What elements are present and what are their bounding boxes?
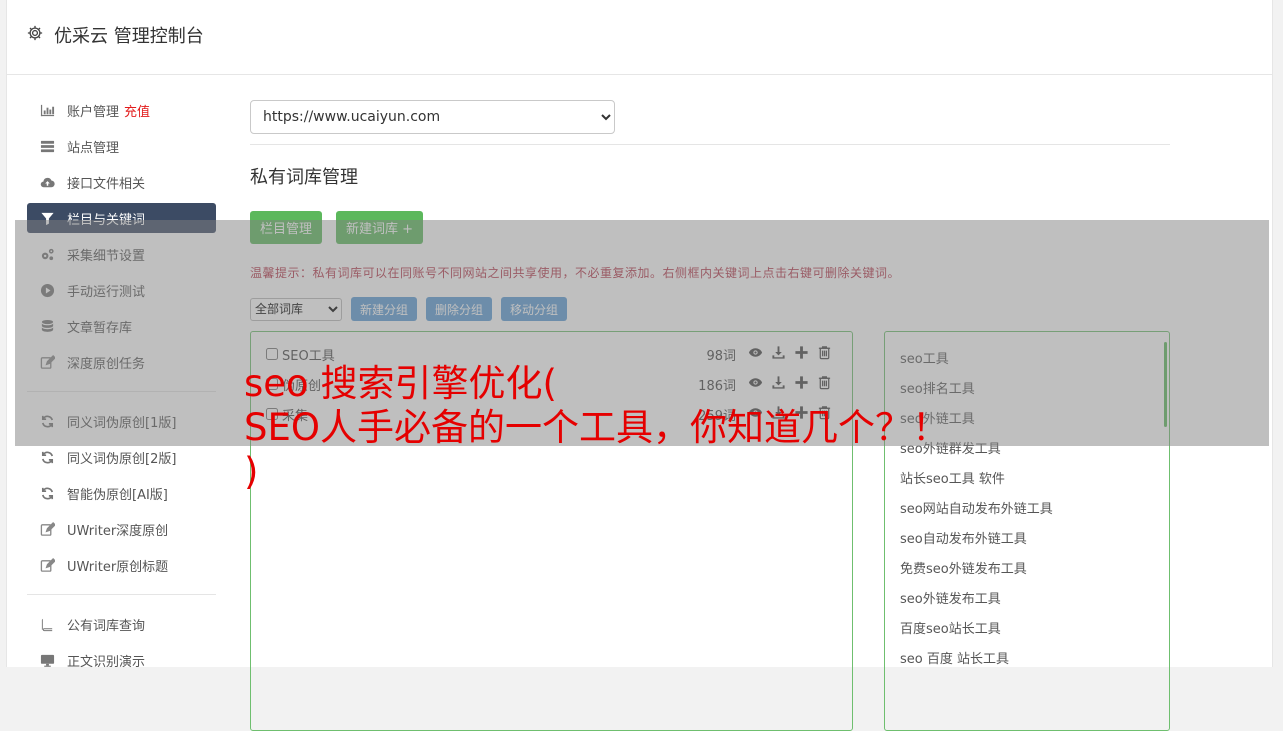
recharge-link[interactable]: 充值	[124, 101, 150, 120]
sidebar-divider	[27, 594, 216, 595]
server-icon	[39, 138, 55, 154]
keyword-item[interactable]: seo自动发布外链工具	[885, 522, 1169, 552]
sidebar-item-label: 同义词伪原创[2版]	[67, 451, 177, 467]
app-title: 优采云 管理控制台	[26, 22, 204, 48]
sidebar-item-public-lexicon[interactable]: 公有词库查询	[27, 609, 216, 639]
refresh-icon	[39, 485, 55, 501]
sidebar-item-api-files[interactable]: 接口文件相关	[27, 167, 216, 197]
app-title-text: 优采云 管理控制台	[54, 26, 204, 47]
site-select[interactable]: https://www.ucaiyun.com	[250, 100, 615, 134]
sidebar-item-label: UWriter深度原创	[67, 523, 169, 539]
headline-line-3: )	[244, 450, 259, 493]
edit-icon	[39, 521, 55, 537]
keyword-item[interactable]: seo 百度 站长工具	[885, 642, 1169, 672]
sidebar-item-uwriter-deep[interactable]: UWriter深度原创	[27, 514, 216, 544]
sidebar-item-synonym-v2[interactable]: 同义词伪原创[2版]	[27, 442, 216, 472]
sidebar-item-label: 智能伪原创[AI版]	[67, 487, 168, 503]
sidebar-item-label: UWriter原创标题	[67, 559, 169, 575]
headline-line-1: seo 搜索引擎优化(	[244, 362, 557, 405]
keyword-item[interactable]: seo网站自动发布外链工具	[885, 492, 1169, 522]
header: 优采云 管理控制台	[7, 0, 1272, 75]
refresh-icon	[39, 449, 55, 465]
sidebar-item-label: 接口文件相关	[67, 176, 146, 192]
sidebar-item-ai-rewrite[interactable]: 智能伪原创[AI版]	[27, 478, 216, 508]
sidebar-item-text-recognition[interactable]: 正文识别演示	[27, 645, 216, 675]
keyword-item[interactable]: 免费seo外链发布工具	[885, 552, 1169, 582]
sidebar-item-label: 账户管理	[67, 104, 120, 120]
book-icon	[39, 616, 55, 632]
gear-icon	[26, 24, 44, 47]
keyword-item[interactable]: 百度seo站长工具	[885, 612, 1169, 642]
monitor-icon	[39, 652, 55, 668]
edit-icon	[39, 557, 55, 573]
content-divider	[250, 144, 1170, 145]
keyword-item[interactable]: seo外链发布工具	[885, 582, 1169, 612]
sidebar-item-label: 站点管理	[67, 140, 120, 156]
sidebar-item-sites[interactable]: 站点管理	[27, 131, 216, 161]
article-headline: seo 搜索引擎优化( SEO人手必备的一个工具，你知道几个？！ )	[244, 362, 1084, 494]
sidebar-item-uwriter-title[interactable]: UWriter原创标题	[27, 550, 216, 580]
headline-line-2: SEO人手必备的一个工具，你知道几个？！	[244, 406, 949, 449]
sidebar-item-account[interactable]: 账户管理 充值	[27, 95, 216, 125]
page-title: 私有词库管理	[250, 167, 358, 188]
sidebar-item-label: 公有词库查询	[67, 618, 146, 634]
cloud-upload-icon	[39, 174, 55, 190]
bar-chart-icon	[39, 102, 55, 118]
